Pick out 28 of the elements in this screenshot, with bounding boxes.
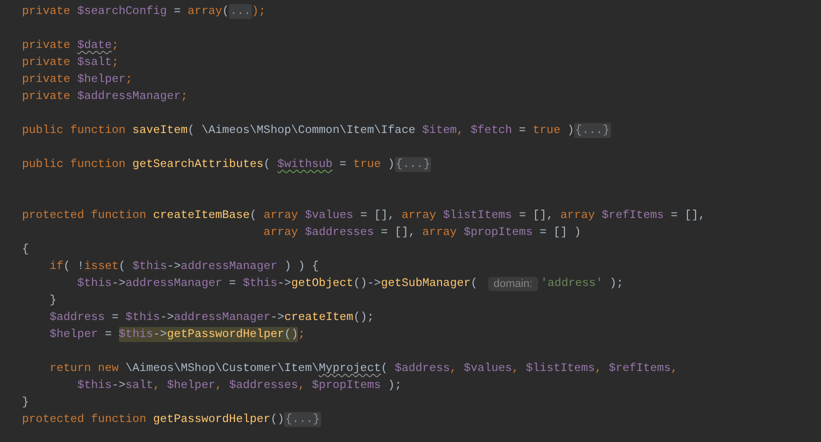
code-text: $this->salt, $helper, $addresses, $propItems ); bbox=[76, 378, 402, 393]
code-text: private $helper; bbox=[22, 72, 132, 87]
folded-code-marker[interactable]: {...} bbox=[574, 123, 611, 138]
code-text: return new \Aimeos\MShop\Customer\Item\Myproject( $address, $values, $listItems, $refItems, bbox=[48, 361, 678, 376]
folded-code-marker[interactable]: ... bbox=[229, 4, 252, 19]
folded-code-marker[interactable]: {...} bbox=[394, 157, 432, 172]
code-text: $this->addressManager = $this->getObject()->getSubManager( bbox=[76, 276, 479, 291]
code-text: public function getSearchAttributes( $withsub = true ) bbox=[22, 157, 395, 172]
code-text: array $addresses = [], array $propItems = [] ) bbox=[262, 225, 582, 240]
code-text: ; bbox=[298, 327, 306, 342]
parameter-hint: domain: bbox=[488, 276, 538, 290]
code-text: protected function getPasswordHelper() bbox=[22, 412, 284, 427]
code-text: private $addressManager; bbox=[22, 89, 188, 104]
code-text: ); bbox=[252, 4, 266, 19]
code-text: protected function createItemBase( array $values = [], array $listItems = [], array $refItems = [], bbox=[22, 208, 706, 223]
code-text: $helper = bbox=[48, 327, 113, 342]
code-text: } bbox=[48, 293, 57, 308]
highlighted-code: $this->getPasswordHelper() bbox=[118, 327, 298, 342]
code-text: private $date; bbox=[22, 38, 119, 53]
code-text: } bbox=[22, 395, 29, 410]
code-text: 'address' ); bbox=[540, 276, 624, 291]
folded-code-marker[interactable]: {...} bbox=[284, 412, 321, 427]
code-text: { bbox=[22, 242, 29, 257]
code-text: $address = $this->addressManager->createItem(); bbox=[48, 310, 374, 325]
code-text: private $searchConfig = array( bbox=[22, 4, 230, 19]
code-text: if( !isset( $this->addressManager ) ) { bbox=[48, 259, 319, 274]
code-text: private $salt; bbox=[22, 55, 119, 70]
code-text: public function saveItem( \Aimeos\MShop\Common\Item\Iface $item, $fetch = true ) bbox=[22, 123, 574, 138]
